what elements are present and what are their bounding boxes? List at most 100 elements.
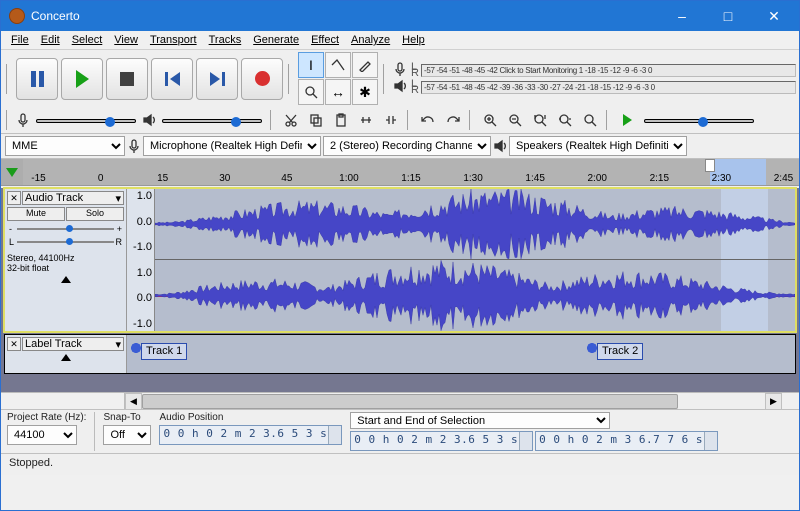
track-menu-dropdown[interactable]: Audio Track▾ [22, 191, 124, 205]
label-area[interactable]: Track 1 Track 2 [127, 335, 795, 373]
horizontal-scrollbar[interactable]: ◀ ▶ [1, 392, 799, 409]
copy-button[interactable] [305, 109, 327, 131]
selection-mode-select[interactable]: Start and End of Selection [350, 412, 610, 429]
play-icon [623, 114, 632, 126]
skip-end-button[interactable] [196, 58, 238, 100]
scroll-left-button[interactable]: ◀ [125, 393, 142, 410]
zoom-out-button[interactable] [504, 109, 526, 131]
playback-meter[interactable]: LR -57 -54 -51 -48 -45 -42 -39 -36 -33 -… [393, 79, 796, 95]
minimize-button[interactable]: – [659, 1, 705, 31]
recording-volume-slider[interactable] [16, 113, 139, 127]
stop-button[interactable] [106, 58, 148, 100]
close-button[interactable]: ✕ [751, 1, 797, 31]
selection-tool[interactable]: I [298, 52, 324, 78]
recording-channels-select[interactable]: 2 (Stereo) Recording Channels [323, 136, 491, 156]
menu-file[interactable]: File [5, 32, 35, 48]
play-at-speed-button[interactable] [616, 109, 638, 131]
vertical-scale[interactable]: 1.00.0-1.0 1.00.0-1.0 [127, 189, 155, 331]
skip-end-icon [210, 72, 225, 86]
waveform-right[interactable] [155, 260, 795, 331]
playback-device-select[interactable]: Speakers (Realtek High Definiti [509, 136, 687, 156]
undo-button[interactable] [417, 109, 439, 131]
audio-position-label: Audio Position [159, 412, 342, 423]
waveform-area[interactable] [155, 189, 795, 331]
track-collapse-button[interactable] [61, 276, 71, 283]
track-close-button[interactable]: ✕ [7, 191, 21, 205]
recording-meter[interactable]: LR -57 -54 -51 -48 -45 -42 Click to Star… [393, 62, 796, 78]
zoom-in-button[interactable] [479, 109, 501, 131]
redo-button[interactable] [442, 109, 464, 131]
menubar: File Edit Select View Transport Tracks G… [1, 31, 799, 50]
skip-start-button[interactable] [151, 58, 193, 100]
pinned-play-head[interactable] [1, 159, 23, 185]
playback-speed-slider[interactable] [641, 117, 757, 123]
pencil-icon [358, 58, 372, 72]
zoom-icon [304, 85, 318, 99]
trim-button[interactable] [355, 109, 377, 131]
tracks-area: ✕ Audio Track▾ Mute Solo -+ LR Stereo, 4… [1, 188, 799, 392]
maximize-button[interactable]: □ [705, 1, 751, 31]
menu-tracks[interactable]: Tracks [203, 32, 248, 48]
menu-effect[interactable]: Effect [305, 32, 345, 48]
snap-to-select[interactable]: Off [103, 425, 151, 445]
menu-transport[interactable]: Transport [144, 32, 203, 48]
playback-volume-slider[interactable] [142, 113, 265, 127]
fit-project-button[interactable] [554, 109, 576, 131]
redo-icon [446, 113, 460, 127]
status-bar: Stopped. [1, 453, 799, 475]
play-button[interactable] [61, 58, 103, 100]
record-button[interactable] [241, 58, 283, 100]
audio-position-field[interactable]: 0 0 h 0 2 m 2 3.6 5 3 s [159, 425, 342, 445]
recording-device-select[interactable]: Microphone (Realtek High Defini [143, 136, 321, 156]
status-text: Stopped. [9, 457, 53, 469]
solo-button[interactable]: Solo [66, 207, 124, 221]
mute-button[interactable]: Mute [7, 207, 65, 221]
audio-host-select[interactable]: MME [5, 136, 125, 156]
label-marker[interactable]: Track 1 [141, 343, 187, 360]
fit-selection-icon [533, 113, 547, 127]
label-track[interactable]: ✕ Label Track▾ Track 1 Track 2 [4, 334, 796, 374]
device-toolbar: MME Microphone (Realtek High Defini 2 (S… [1, 134, 799, 159]
zoom-toggle-button[interactable] [579, 109, 601, 131]
microphone-icon [127, 139, 141, 153]
menu-help[interactable]: Help [396, 32, 431, 48]
track-bitdepth-label: 32-bit float [7, 263, 124, 273]
cut-button[interactable] [280, 109, 302, 131]
waveform-left[interactable] [155, 189, 795, 260]
gain-slider[interactable]: -+ [9, 224, 122, 234]
record-icon [255, 71, 270, 86]
menu-select[interactable]: Select [66, 32, 109, 48]
fit-selection-button[interactable] [529, 109, 551, 131]
paste-button[interactable] [330, 109, 352, 131]
silence-button[interactable] [380, 109, 402, 131]
paste-icon [334, 113, 348, 127]
menu-generate[interactable]: Generate [247, 32, 305, 48]
timeshift-tool[interactable]: ↔ [325, 79, 351, 105]
undo-icon [421, 113, 435, 127]
selection-end-field[interactable]: 0 0 h 0 2 m 3 6.7 7 6 s [535, 431, 718, 451]
track-close-button[interactable]: ✕ [7, 337, 21, 351]
menu-edit[interactable]: Edit [35, 32, 66, 48]
pan-slider[interactable]: LR [9, 237, 122, 247]
waveform-graphic [155, 260, 795, 331]
envelope-tool[interactable] [325, 52, 351, 78]
time-ruler[interactable]: -15 0 15 30 45 1:00 1:15 1:30 1:45 2:00 … [23, 159, 799, 185]
label-marker[interactable]: Track 2 [597, 343, 643, 360]
timeline[interactable]: -15 0 15 30 45 1:00 1:15 1:30 1:45 2:00 … [1, 159, 799, 186]
zoom-tool[interactable] [298, 79, 324, 105]
play-head-icon [6, 168, 18, 177]
menu-analyze[interactable]: Analyze [345, 32, 396, 48]
draw-tool[interactable] [352, 52, 378, 78]
pause-button[interactable] [16, 58, 58, 100]
zoom-toggle-icon [583, 113, 597, 127]
menu-view[interactable]: View [108, 32, 144, 48]
multi-tool[interactable]: ✱ [352, 79, 378, 105]
track-collapse-button[interactable] [61, 354, 71, 361]
audio-track[interactable]: ✕ Audio Track▾ Mute Solo -+ LR Stereo, 4… [4, 188, 796, 332]
tools-grid: I ↔ ✱ [298, 52, 378, 105]
project-rate-select[interactable]: 44100 [7, 425, 77, 445]
toolbars: I ↔ ✱ LR -57 -54 -51 -48 -45 -42 Click t… [1, 50, 799, 134]
track-menu-dropdown[interactable]: Label Track▾ [22, 337, 124, 351]
selection-start-field[interactable]: 0 0 h 0 2 m 2 3.6 5 3 s [350, 431, 533, 451]
scroll-right-button[interactable]: ▶ [765, 393, 782, 410]
